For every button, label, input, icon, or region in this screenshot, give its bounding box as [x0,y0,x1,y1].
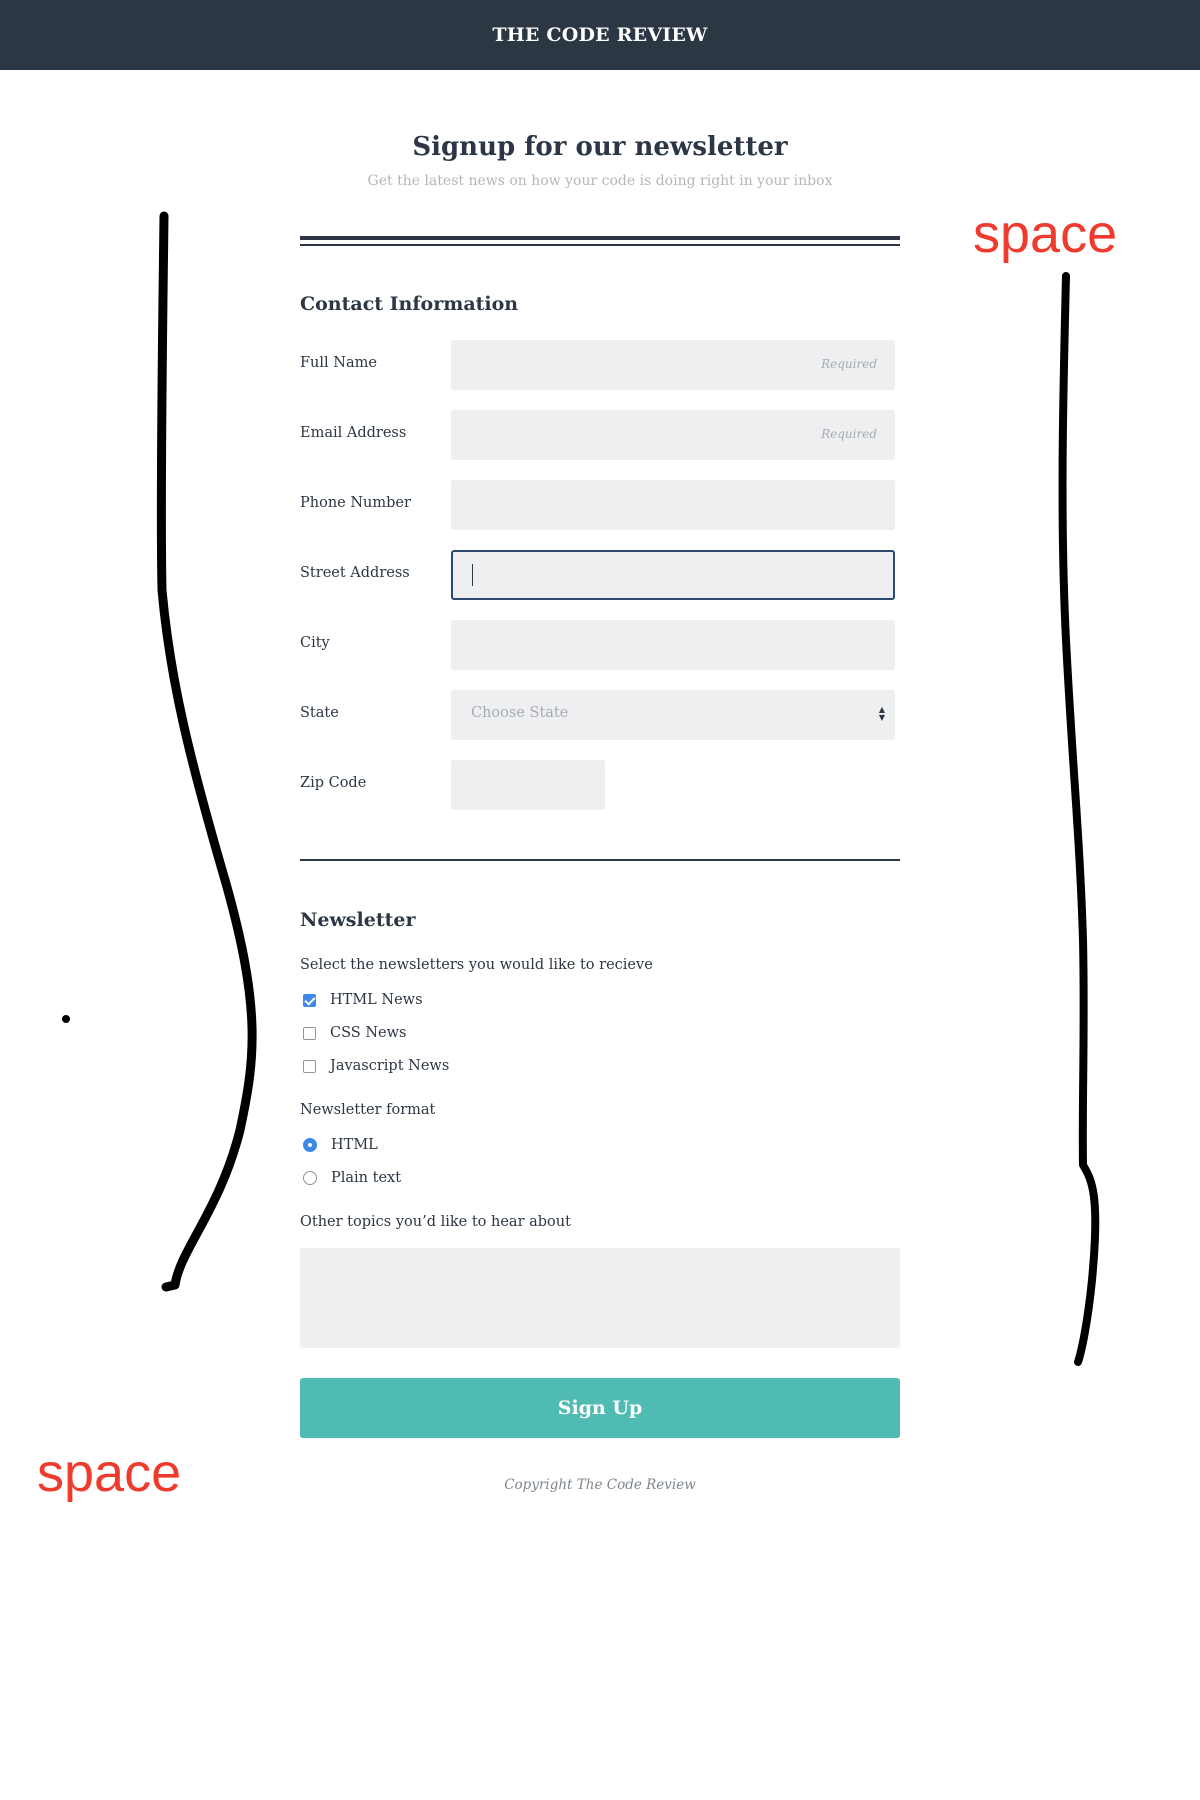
street-input[interactable] [451,550,895,600]
city-input[interactable] [451,620,895,670]
left-bracket-stroke [156,211,257,1292]
state-row: State Choose State ▲ ▼ [300,690,900,740]
radio-row-plain-text[interactable]: Plain text [300,1167,401,1189]
text-cursor [472,564,473,586]
page-title: Signup for our newsletter [412,132,788,162]
topics-textarea[interactable] [300,1248,900,1348]
annotation-overlay [62,211,1100,1366]
checkbox-row-javascript-news[interactable]: Javascript News [300,1055,449,1077]
site-title: THE CODE REVIEW [492,24,708,46]
checkbox-row-css-news[interactable]: CSS News [300,1022,406,1044]
radio-row-html[interactable]: HTML [300,1134,378,1156]
street-row: Street Address [300,550,900,600]
checkbox-javascript-news[interactable] [303,1059,316,1073]
annotation-dot [62,1015,70,1023]
email-row: Email Address Required [300,410,900,460]
city-row: City [300,620,900,670]
zip-label: Zip Code [300,775,367,791]
checkbox-label-html-news: HTML News [330,992,423,1008]
checkbox-label-css-news: CSS News [330,1025,407,1041]
state-select-value: Choose State [471,705,569,721]
section-divider [300,859,900,861]
site-header: THE CODE REVIEW [0,0,1200,70]
copyright-text: Copyright The Code Review [504,1477,696,1493]
zip-input[interactable] [451,760,605,810]
radio-label-html: HTML [331,1137,378,1153]
right-bracket-stroke [1058,272,1100,1366]
state-select[interactable]: Choose State ▲ ▼ [451,690,895,740]
newsletter-select-prompt: Select the newsletters you would like to… [300,957,653,973]
annotation-space-left: space [37,1443,182,1503]
city-label: City [300,635,330,651]
email-input[interactable] [451,410,895,460]
phone-row: Phone Number [300,480,900,530]
newsletter-format-prompt: Newsletter format [300,1102,436,1118]
checkbox-label-javascript-news: Javascript News [330,1058,450,1074]
annotation-space-right: space [973,204,1118,264]
contact-info-heading: Contact Information [300,293,519,315]
zip-row: Zip Code [300,760,900,810]
state-label: State [300,705,339,721]
newsletter-heading: Newsletter [300,909,416,931]
page-subtitle: Get the latest news on how your code is … [367,173,833,189]
sign-up-button[interactable]: Sign Up [300,1378,900,1438]
full-name-input[interactable] [451,340,895,390]
radio-format-html[interactable] [303,1138,317,1152]
phone-input[interactable] [451,480,895,530]
section-divider-double [300,236,900,246]
updown-arrows-icon: ▲ ▼ [878,705,886,722]
radio-label-plain-text: Plain text [331,1170,402,1186]
topics-prompt: Other topics you’d like to hear about [300,1214,571,1230]
checkbox-css-news[interactable] [303,1026,316,1040]
checkbox-html-news[interactable] [303,993,316,1007]
street-label: Street Address [300,565,410,581]
checkbox-row-html-news[interactable]: HTML News [300,989,423,1011]
radio-format-plain-text[interactable] [303,1171,317,1185]
full-name-label: Full Name [300,355,377,371]
phone-label: Phone Number [300,495,411,511]
full-name-row: Full Name Required [300,340,900,390]
email-label: Email Address [300,425,407,441]
